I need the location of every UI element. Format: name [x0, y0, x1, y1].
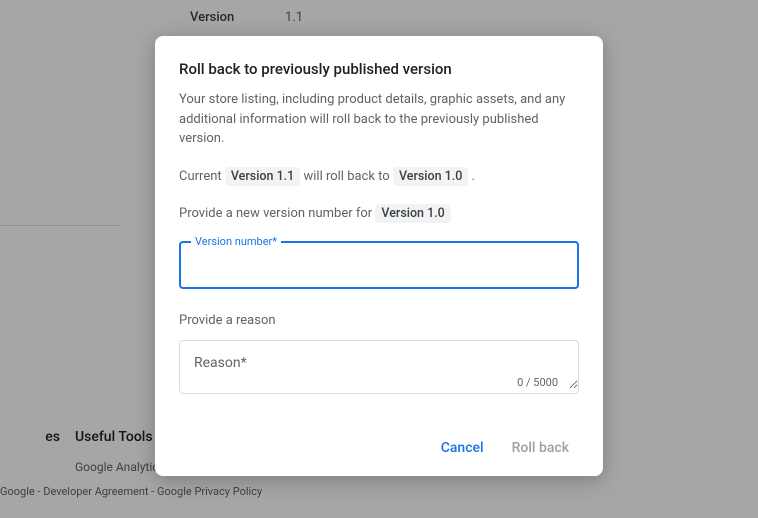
- text-period: .: [468, 169, 475, 184]
- reason-section-label: Provide a reason: [179, 313, 579, 328]
- char-counter: 0 / 5000: [517, 376, 558, 389]
- dialog-actions: Cancel Roll back: [179, 424, 579, 464]
- rollback-dialog: Roll back to previously published versio…: [155, 36, 603, 476]
- dialog-description: Your store listing, including product de…: [179, 90, 579, 149]
- reason-field: 0 / 5000: [179, 340, 579, 394]
- current-version-line: Current Version 1.1 will roll back to Ve…: [179, 167, 579, 186]
- target-version-chip: Version 1.0: [393, 167, 468, 186]
- dialog-title: Roll back to previously published versio…: [179, 60, 579, 78]
- cancel-button[interactable]: Cancel: [431, 432, 494, 464]
- text-mid: will roll back to: [300, 169, 393, 184]
- rollback-button[interactable]: Roll back: [502, 432, 579, 464]
- text-prefix: Current: [179, 169, 225, 184]
- provide-number-chip: Version 1.0: [375, 204, 450, 223]
- version-number-field: Version number*: [179, 241, 579, 289]
- current-version-chip: Version 1.1: [225, 167, 300, 186]
- version-number-input[interactable]: [181, 243, 577, 287]
- provide-number-line: Provide a new version number for Version…: [179, 204, 579, 223]
- modal-overlay: Roll back to previously published versio…: [0, 0, 758, 518]
- text-prefix: Provide a new version number for: [179, 206, 375, 221]
- version-field-label: Version number*: [191, 235, 281, 248]
